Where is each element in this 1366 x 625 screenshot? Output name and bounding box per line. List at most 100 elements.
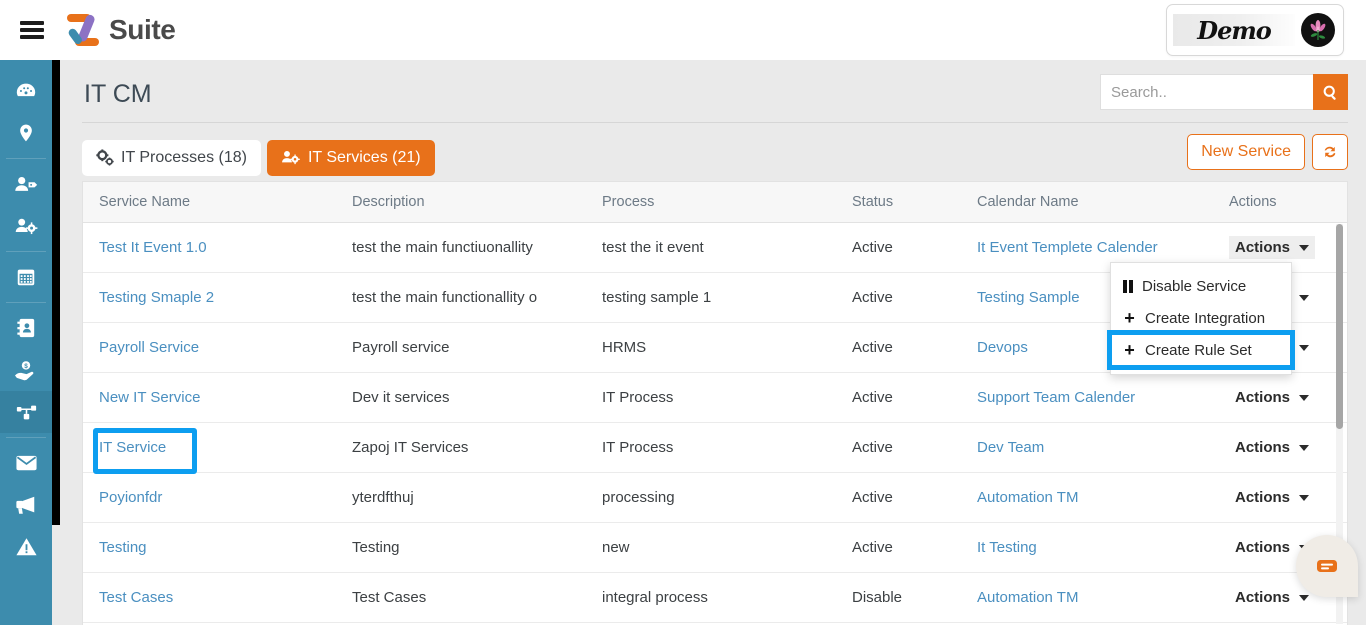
cell-actions: Actions <box>1213 372 1347 423</box>
avatar[interactable] <box>1301 13 1335 47</box>
sidebar-item-it-cm[interactable] <box>0 391 52 433</box>
service-name-link[interactable]: Payroll Service <box>99 339 199 356</box>
cell-status: Active <box>836 322 961 373</box>
cell-status: Active <box>836 422 961 473</box>
services-table: Service Name Description Process Status … <box>83 182 1347 623</box>
column-header-status[interactable]: Status <box>836 182 961 223</box>
page-header: IT CM <box>60 60 1366 122</box>
main-content: IT CM Search.. IT Processes (18) IT Serv… <box>60 60 1366 625</box>
sidebar-item-directory[interactable] <box>0 307 52 349</box>
cell-status: Active <box>836 272 961 323</box>
sidebar-scrollbar[interactable] <box>52 60 60 525</box>
chevron-down-icon <box>1299 594 1310 601</box>
dropdown-item-create-rule-set[interactable]: + Create Rule Set <box>1107 330 1295 370</box>
row-actions-button[interactable]: Actions <box>1229 236 1316 259</box>
tab-it-services[interactable]: IT Services (21) <box>266 139 435 176</box>
cell-description: Testing <box>336 522 586 573</box>
left-sidebar: $ <box>0 60 52 625</box>
chat-widget-button[interactable] <box>1296 535 1358 597</box>
sidebar-item-teams[interactable] <box>0 205 52 247</box>
calendar-name-link[interactable]: Testing Sample <box>977 289 1080 306</box>
search-icon <box>1323 85 1336 100</box>
users-cog-icon <box>15 218 38 235</box>
calendar-name-link[interactable]: Support Team Calender <box>977 389 1135 406</box>
new-service-button[interactable]: New Service <box>1187 134 1305 170</box>
cell-service-name: Poyionfdr <box>83 472 336 523</box>
service-name-link[interactable]: Testing Smaple 2 <box>99 289 214 306</box>
service-name-link[interactable]: Test It Event 1.0 <box>99 239 207 256</box>
row-actions-button[interactable]: Actions <box>1229 586 1315 609</box>
dropdown-item-label: Create Integration <box>1145 309 1266 327</box>
sidebar-item-billing[interactable]: $ <box>0 349 52 391</box>
calendar-name-link[interactable]: Automation TM <box>977 489 1078 506</box>
table-row: Poyionfdr yterdfthuj processing Active Autom… <box>83 472 1347 523</box>
cell-calendar-name: Dev Team <box>961 422 1213 473</box>
cell-status: Active <box>836 372 961 423</box>
sidebar-item-locations[interactable] <box>0 112 52 154</box>
cell-service-name: Test Cases <box>83 572 336 623</box>
cell-service-name: New IT Service <box>83 372 336 423</box>
z-logo-icon <box>67 14 99 46</box>
sidebar-item-alerts[interactable] <box>0 526 52 568</box>
column-header-description[interactable]: Description <box>336 182 586 223</box>
cell-service-name: Payroll Service <box>83 322 336 373</box>
service-name-link[interactable]: New IT Service <box>99 389 200 406</box>
table-row: New IT Service Dev it services IT Process A… <box>83 372 1347 423</box>
row-actions-label: Actions <box>1235 589 1291 606</box>
refresh-button[interactable] <box>1312 134 1348 170</box>
row-actions-button[interactable]: Actions <box>1229 486 1315 509</box>
service-name-link[interactable]: IT Service <box>99 439 166 456</box>
cell-process: integral process <box>586 572 836 623</box>
sidebar-item-messages[interactable] <box>0 442 52 484</box>
bullhorn-icon <box>16 496 35 514</box>
cell-status: Active <box>836 222 961 273</box>
table-scrollbar-thumb[interactable] <box>1336 224 1343 429</box>
dropdown-item-disable-service[interactable]: Disable Service <box>1111 271 1291 302</box>
dropdown-item-create-integration[interactable]: + Create Integration <box>1111 302 1291 334</box>
service-name-link[interactable]: Test Cases <box>99 589 173 606</box>
chat-message-icon <box>1317 560 1337 572</box>
cell-process: IT Process <box>586 372 836 423</box>
calendar-name-link[interactable]: It Testing <box>977 539 1037 556</box>
search-input[interactable] <box>1100 74 1313 110</box>
cell-process: new <box>586 522 836 573</box>
row-actions-button[interactable]: Actions <box>1229 386 1315 409</box>
column-header-process[interactable]: Process <box>586 182 836 223</box>
chevron-down-icon <box>1299 294 1310 301</box>
hamburger-bar <box>20 28 44 32</box>
sidebar-divider <box>6 302 46 303</box>
chevron-down-icon <box>1299 444 1310 451</box>
column-header-service-name[interactable]: Service Name <box>83 182 336 223</box>
sidebar-item-announcements[interactable] <box>0 484 52 526</box>
row-actions-label: Actions <box>1235 439 1291 456</box>
actions-dropdown-menu: Disable Service + Create Integration + Creat… <box>1107 262 1295 375</box>
calendar-name-link[interactable]: Automation TM <box>977 589 1078 606</box>
cell-description: Test Cases <box>336 572 586 623</box>
user-tag-icon <box>15 176 38 191</box>
sidebar-item-calendar[interactable] <box>0 256 52 298</box>
table-row: Test Cases Test Cases integral process Disa… <box>83 572 1347 623</box>
brand-logo[interactable]: Suite <box>66 12 176 48</box>
sidebar-item-contacts[interactable] <box>0 163 52 205</box>
svg-text:$: $ <box>24 363 28 370</box>
envelope-icon <box>15 455 37 471</box>
row-actions-button[interactable]: Actions <box>1229 436 1315 459</box>
service-name-link[interactable]: Testing <box>99 539 147 556</box>
calendar-name-link[interactable]: It Event Templete Calender <box>977 239 1158 256</box>
cell-status: Disable <box>836 572 961 623</box>
cell-description: yterdfthuj <box>336 472 586 523</box>
calendar-name-link[interactable]: Devops <box>977 339 1028 356</box>
tab-it-processes[interactable]: IT Processes (18) <box>82 139 261 176</box>
service-name-link[interactable]: Poyionfdr <box>99 489 162 506</box>
calendar-name-link[interactable]: Dev Team <box>977 439 1044 456</box>
sidebar-item-dashboard[interactable] <box>0 70 52 112</box>
cell-calendar-name: Automation TM <box>961 472 1213 523</box>
tenant-label: Demo <box>1173 14 1295 46</box>
search-button[interactable] <box>1313 74 1348 110</box>
column-header-calendar-name[interactable]: Calendar Name <box>961 182 1213 223</box>
cogs-icon <box>96 149 114 166</box>
tenant-badge[interactable]: Demo <box>1166 4 1344 56</box>
hamburger-icon[interactable] <box>20 21 44 39</box>
cell-calendar-name: It Testing <box>961 522 1213 573</box>
services-table-container: Service Name Description Process Status … <box>82 181 1348 625</box>
